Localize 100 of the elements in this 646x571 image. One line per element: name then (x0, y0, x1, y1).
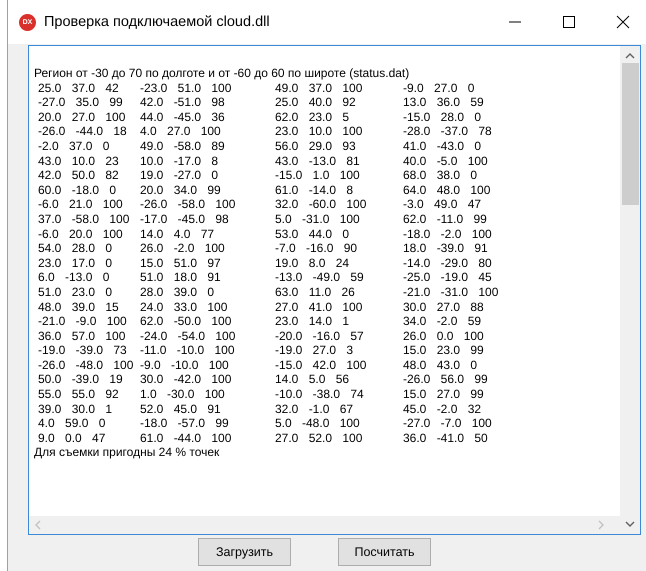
data-group: 60.0 -18.0 0 (34, 182, 136, 198)
data-group: -23.0 51.0 100 (136, 80, 271, 96)
data-group: -26.0 56.0 99 (399, 372, 539, 388)
data-group: -28.0 -37.0 78 (399, 124, 539, 139)
data-group: 43.0 -13.0 81 (271, 154, 399, 168)
action-button[interactable]: Посчитать (338, 538, 431, 566)
data-group: 30.0 27.0 88 (399, 300, 539, 314)
data-group: -20.0 -16.0 57 (271, 328, 399, 344)
data-group: -19.0 -39.0 73 (34, 343, 136, 358)
data-group: -10.0 -38.0 74 (271, 387, 399, 402)
data-group: 62.0 -11.0 99 (399, 212, 539, 227)
data-group: 4.0 59.0 0 (34, 416, 136, 431)
data-group: 26.0 -2.0 100 (136, 241, 271, 256)
data-group: 25.0 40.0 92 (271, 95, 399, 110)
data-group: 15.0 23.0 99 (399, 343, 539, 358)
region-header: Регион от -30 до 70 по долготе и от -60 до 60 по широте (status.dat) (34, 66, 410, 81)
data-group: 15.0 27.0 99 (399, 387, 539, 402)
data-group: 49.0 37.0 100 (271, 80, 399, 96)
data-group: 23.0 17.0 0 (34, 256, 136, 270)
data-group: 14.0 4.0 77 (136, 226, 271, 242)
data-group: 14.0 5.0 56 (271, 372, 399, 388)
data-group: 37.0 -58.0 100 (34, 212, 136, 227)
data-group: 53.0 44.0 0 (271, 226, 399, 242)
data-group: 36.0 57.0 100 (34, 328, 136, 344)
data-group: -21.0 -31.0 100 (399, 284, 539, 300)
minimize-icon[interactable] (509, 21, 521, 23)
data-group: -15.0 42.0 100 (271, 358, 399, 372)
data-group: -7.0 -16.0 90 (271, 241, 399, 256)
data-group: 26.0 0.0 100 (399, 328, 539, 344)
data-group: 55.0 55.0 92 (34, 387, 136, 402)
data-group: -14.0 -29.0 80 (399, 256, 539, 270)
scroll-down-icon[interactable] (625, 520, 635, 528)
data-group: 56.0 29.0 93 (271, 138, 399, 154)
data-group: 23.0 14.0 1 (271, 314, 399, 329)
data-group: -15.0 1.0 100 (271, 168, 399, 183)
data-group: -2.0 37.0 0 (34, 138, 136, 154)
data-group: 51.0 18.0 91 (136, 270, 271, 285)
data-group: 5.0 -31.0 100 (271, 212, 399, 227)
data-group: 54.0 28.0 0 (34, 241, 136, 256)
data-group: 13.0 36.0 59 (399, 95, 539, 110)
data-group: 32.0 -1.0 67 (271, 402, 399, 416)
data-group: 41.0 -43.0 0 (399, 138, 539, 154)
data-group: 30.0 -42.0 100 (136, 372, 271, 388)
data-group: -11.0 -10.0 100 (136, 343, 271, 358)
vertical-scrollbar[interactable] (620, 46, 640, 534)
action-button[interactable]: Загрузить (198, 538, 291, 566)
data-group: -19.0 27.0 3 (271, 343, 399, 358)
data-group: 64.0 48.0 100 (399, 182, 539, 198)
data-group: 62.0 23.0 5 (271, 110, 399, 124)
data-group: -15.0 28.0 0 (399, 110, 539, 124)
data-group: 62.0 -50.0 100 (136, 314, 271, 329)
maximize-icon[interactable] (563, 16, 575, 28)
data-group: 63.0 11.0 26 (271, 284, 399, 300)
data-group: 6.0 -13.0 0 (34, 270, 136, 285)
scroll-thumb[interactable] (622, 63, 638, 205)
data-group: -9.0 -10.0 100 (136, 358, 271, 372)
close-icon[interactable] (616, 15, 630, 29)
memo-field[interactable] (28, 45, 641, 535)
data-group: 39.0 30.0 1 (34, 402, 136, 416)
data-group: 15.0 51.0 97 (136, 256, 271, 270)
data-group: 45.0 -2.0 32 (399, 402, 539, 416)
data-group: -6.0 21.0 100 (34, 197, 136, 212)
data-group: -26.0 -48.0 100 (34, 358, 136, 372)
data-group: 42.0 -51.0 98 (136, 95, 271, 110)
data-group: -17.0 -45.0 98 (136, 212, 271, 227)
data-group: 52.0 45.0 91 (136, 402, 271, 416)
data-group: -6.0 20.0 100 (34, 226, 136, 242)
data-group: -25.0 -19.0 45 (399, 270, 539, 285)
data-group: 20.0 27.0 100 (34, 110, 136, 124)
data-group: 42.0 50.0 82 (34, 168, 136, 183)
data-group: 50.0 -39.0 19 (34, 372, 136, 388)
data-group: 23.0 10.0 100 (271, 124, 399, 139)
data-group: 40.0 -5.0 100 (399, 154, 539, 168)
data-group: 24.0 33.0 100 (136, 300, 271, 314)
data-group: 44.0 -45.0 36 (136, 110, 271, 124)
data-group: 61.0 -44.0 100 (136, 430, 271, 446)
data-group: 43.0 10.0 23 (34, 154, 136, 168)
data-group: 5.0 -48.0 100 (271, 416, 399, 431)
data-group: -21.0 -9.0 100 (34, 314, 136, 329)
data-group: -18.0 -2.0 100 (399, 226, 539, 242)
data-group: -13.0 -49.0 59 (271, 270, 399, 285)
data-group: 51.0 23.0 0 (34, 284, 136, 300)
data-group: 19.0 -27.0 0 (136, 168, 271, 183)
data-group: 49.0 -58.0 89 (136, 138, 271, 154)
data-group: 1.0 -30.0 100 (136, 387, 271, 402)
data-group: 20.0 34.0 99 (136, 182, 271, 198)
data-group: 28.0 39.0 0 (136, 284, 271, 300)
data-group: 48.0 39.0 15 (34, 300, 136, 314)
data-group: 19.0 8.0 24 (271, 256, 399, 270)
data-group: 32.0 -60.0 100 (271, 197, 399, 212)
data-group: 34.0 -2.0 59 (399, 314, 539, 329)
scroll-up-icon[interactable] (625, 52, 635, 60)
result-summary: Для съемки пригодны 24 % точек (34, 445, 220, 460)
data-group: 27.0 41.0 100 (271, 300, 399, 314)
data-group: -26.0 -44.0 18 (34, 124, 136, 139)
data-group: -9.0 27.0 0 (399, 80, 539, 96)
data-group: -24.0 -54.0 100 (136, 328, 271, 344)
data-group: -27.0 35.0 99 (34, 95, 136, 110)
data-group: 27.0 52.0 100 (271, 430, 399, 446)
data-group: -27.0 -7.0 100 (399, 416, 539, 431)
